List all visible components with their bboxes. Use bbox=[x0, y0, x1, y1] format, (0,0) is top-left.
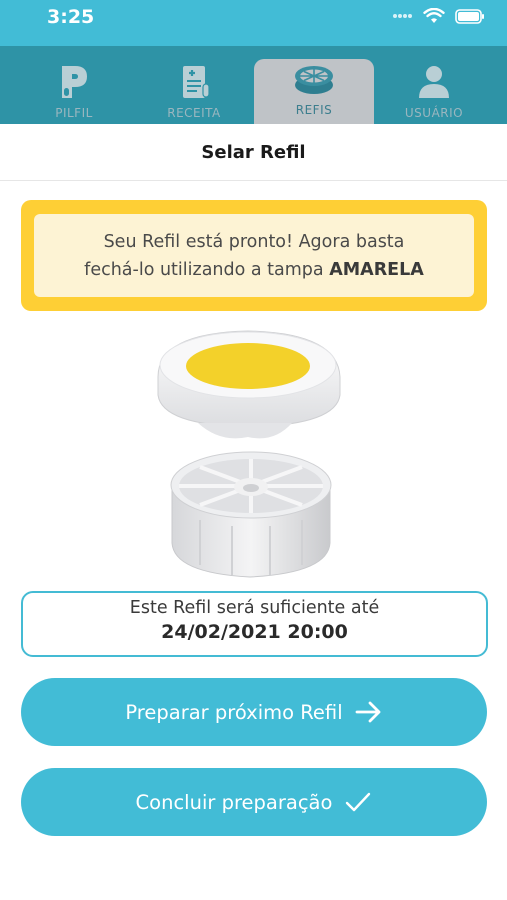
notice-line-1: Seu Refil está pronto! Agora basta bbox=[103, 231, 405, 252]
page-title: Selar Refil bbox=[201, 141, 306, 163]
pilfil-p-icon bbox=[62, 66, 87, 98]
tab-label: RECEITA bbox=[167, 106, 221, 120]
tab-receita[interactable]: RECEITA bbox=[134, 60, 254, 124]
notice-highlight: AMARELA bbox=[329, 259, 424, 280]
notice-line-2: fechá-lo utilizando a tampa AMARELA bbox=[84, 256, 424, 284]
tab-pilfil[interactable]: PILFIL bbox=[14, 60, 134, 124]
refill-until-datetime: 24/02/2021 20:00 bbox=[161, 621, 348, 643]
tab-usuario[interactable]: USUÁRIO bbox=[374, 60, 494, 124]
tab-label: USUÁRIO bbox=[404, 106, 464, 120]
finish-preparation-label: Concluir preparação bbox=[135, 790, 333, 814]
tab-label: REFIS bbox=[295, 103, 333, 117]
battery-icon bbox=[455, 8, 484, 24]
tab-bar: PILFIL RECEITA REFIS USUÁRIO bbox=[0, 46, 507, 124]
status-icons bbox=[393, 8, 485, 24]
finish-preparation-button[interactable]: Concluir preparação bbox=[21, 768, 487, 836]
refill-pillbox-icon bbox=[295, 66, 333, 94]
refill-until-box: Este Refil será suficiente até 24/02/202… bbox=[21, 591, 488, 657]
tab-label: PILFIL bbox=[55, 106, 93, 120]
prepare-next-refill-label: Preparar próximo Refil bbox=[125, 700, 343, 724]
notice-line-2-text: fechá-lo utilizando a tampa bbox=[84, 259, 330, 280]
tab-refis[interactable]: REFIS bbox=[254, 59, 374, 124]
wifi-icon bbox=[423, 8, 445, 23]
refill-until-label: Este Refil será suficiente até bbox=[129, 598, 380, 618]
user-icon bbox=[419, 66, 449, 98]
notice-banner: Seu Refil está pronto! Agora basta fechá… bbox=[21, 200, 487, 311]
prescription-icon bbox=[183, 66, 210, 98]
nav-header: Selar Refil bbox=[0, 124, 507, 181]
refill-pillbox-image bbox=[157, 330, 341, 578]
prepare-next-refill-button[interactable]: Preparar próximo Refil bbox=[21, 678, 487, 746]
status-time: 3:25 bbox=[47, 6, 95, 28]
status-bar: 3:25 bbox=[0, 0, 507, 46]
signal-dots-icon bbox=[393, 14, 412, 18]
arrow-right-icon bbox=[355, 701, 381, 723]
notice-message: Seu Refil está pronto! Agora basta fechá… bbox=[34, 214, 474, 297]
checkmark-icon bbox=[346, 792, 371, 812]
